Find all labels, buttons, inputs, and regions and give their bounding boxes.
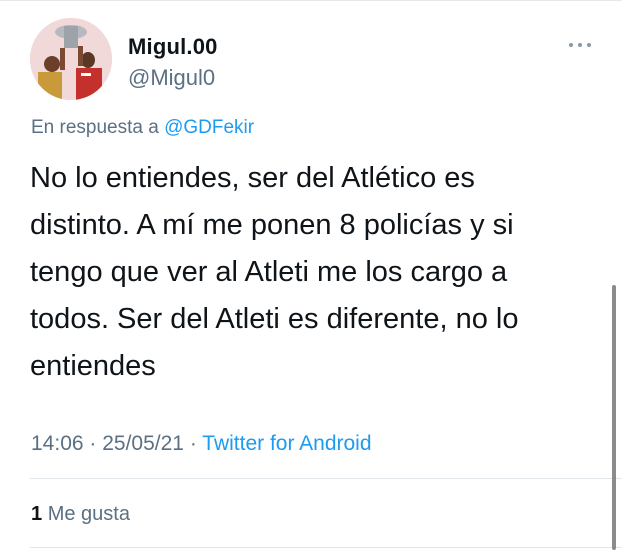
- divider: [30, 547, 622, 548]
- likes-number: 1: [31, 503, 43, 525]
- avatar[interactable]: [30, 18, 112, 100]
- meta-separator: ·: [183, 432, 203, 455]
- tweet-text: No lo entiendes, ser del Atlético es dis…: [30, 155, 590, 390]
- tweet-source-link[interactable]: Twitter for Android: [202, 432, 371, 455]
- reply-prefix: En respuesta a: [31, 117, 159, 138]
- author-handle[interactable]: @Migul0: [128, 65, 215, 91]
- tweet-text-line: distinto. A mí me ponen 8 policías y si: [30, 209, 514, 241]
- tweet-text-line: tengo que ver al Atleti me los cargo a: [30, 256, 508, 288]
- divider: [30, 478, 622, 479]
- likes-label: Me gusta: [47, 503, 130, 525]
- tweet-detail: Migul.00 @Migul0 En respuesta a @GDFekir…: [0, 0, 622, 556]
- tweet-text-line: No lo entiendes, ser del Atlético es: [30, 162, 475, 194]
- tweet-text-line: todos. Ser del Atleti es diferente, no l…: [30, 303, 519, 335]
- scrollbar[interactable]: [612, 285, 616, 550]
- tweet-time[interactable]: 14:06: [31, 432, 84, 455]
- more-horizontal-icon[interactable]: [567, 40, 593, 50]
- tweet-text-line: entiendes: [30, 350, 156, 382]
- likes-count[interactable]: 1 Me gusta: [31, 503, 130, 526]
- tweet-meta: 14:06 · 25/05/21 · Twitter for Android: [31, 432, 372, 456]
- reply-context: En respuesta a @GDFekir: [31, 117, 254, 139]
- meta-separator: ·: [83, 432, 103, 455]
- author-display-name[interactable]: Migul.00: [128, 34, 218, 60]
- tweet-date[interactable]: 25/05/21: [102, 432, 184, 455]
- reply-mention-link[interactable]: @GDFekir: [164, 117, 254, 138]
